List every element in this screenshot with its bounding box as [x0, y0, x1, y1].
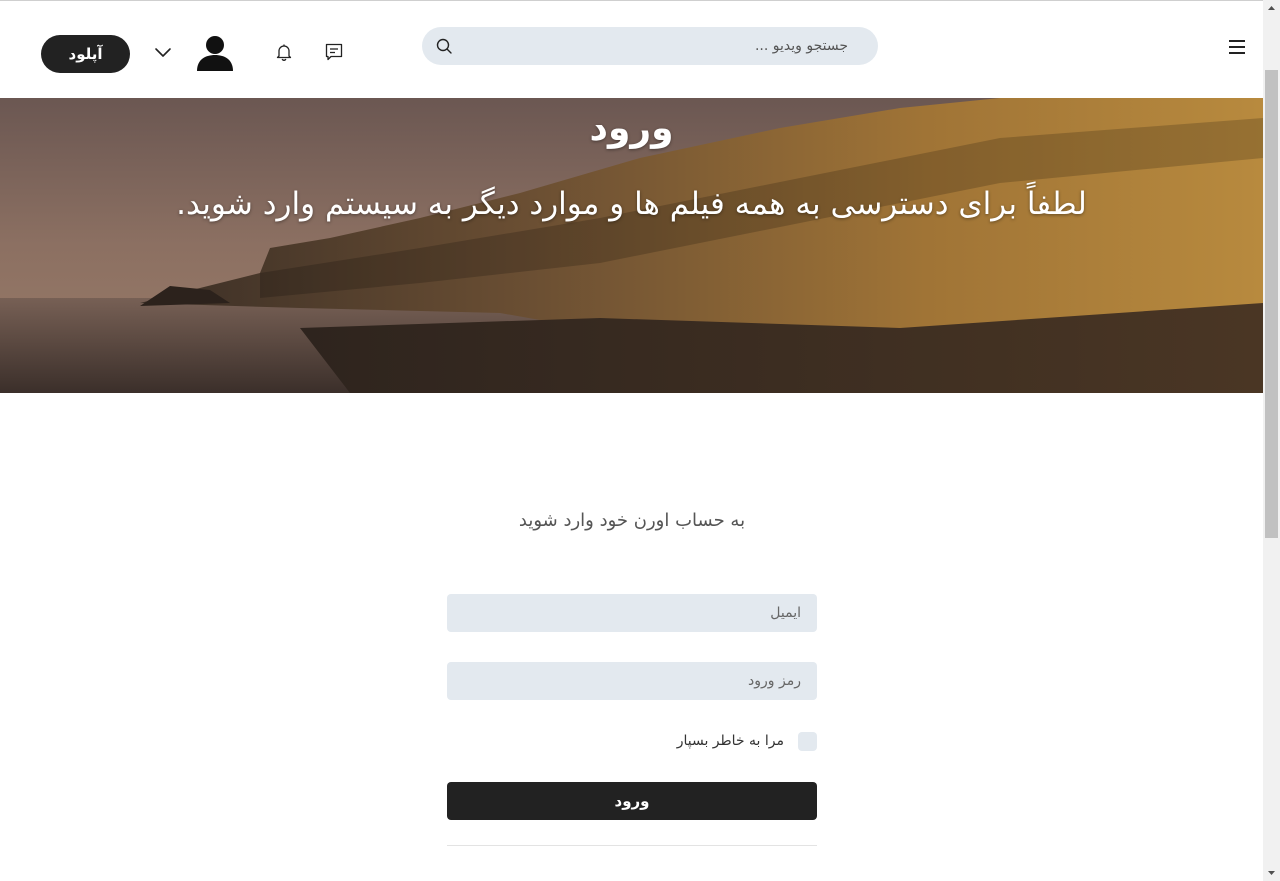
scrollbar[interactable] [1263, 0, 1280, 881]
chevron-down-icon[interactable] [152, 43, 174, 63]
site-header: آپلود [0, 1, 1263, 98]
remember-me: مرا به خاطر بسپار [447, 730, 817, 752]
menu-icon-bar [1229, 52, 1245, 54]
hero-title: ورود [589, 108, 674, 149]
notifications-button[interactable] [272, 40, 296, 64]
search-input[interactable] [462, 27, 862, 65]
menu-icon-bar [1229, 40, 1245, 42]
scrollbar-thumb[interactable] [1265, 70, 1278, 538]
scroll-down-arrow-icon[interactable] [1263, 864, 1280, 881]
hero-subtitle: لطفاً برای دسترسی به همه فیلم ها و موارد… [176, 186, 1087, 222]
divider [447, 845, 817, 846]
remember-me-checkbox[interactable] [798, 731, 817, 751]
upload-button[interactable]: آپلود [41, 35, 130, 73]
form-heading: به حساب اورن خود وارد شوید [518, 510, 746, 531]
hero-banner: ورود لطفاً برای دسترسی به همه فیلم ها و … [0, 98, 1263, 393]
message-icon [325, 43, 343, 61]
remember-me-label: مرا به خاطر بسپار [676, 733, 784, 749]
login-button[interactable]: ورود [447, 782, 817, 820]
password-field[interactable] [447, 662, 817, 700]
menu-button[interactable] [1226, 36, 1248, 58]
user-avatar-icon[interactable] [195, 33, 235, 73]
scroll-up-arrow-icon[interactable] [1263, 0, 1280, 17]
search-bar [422, 27, 878, 65]
email-field[interactable] [447, 594, 817, 632]
search-icon[interactable] [436, 38, 452, 54]
message-button[interactable] [322, 40, 346, 64]
bell-icon [276, 44, 292, 61]
menu-icon-bar [1229, 46, 1245, 48]
